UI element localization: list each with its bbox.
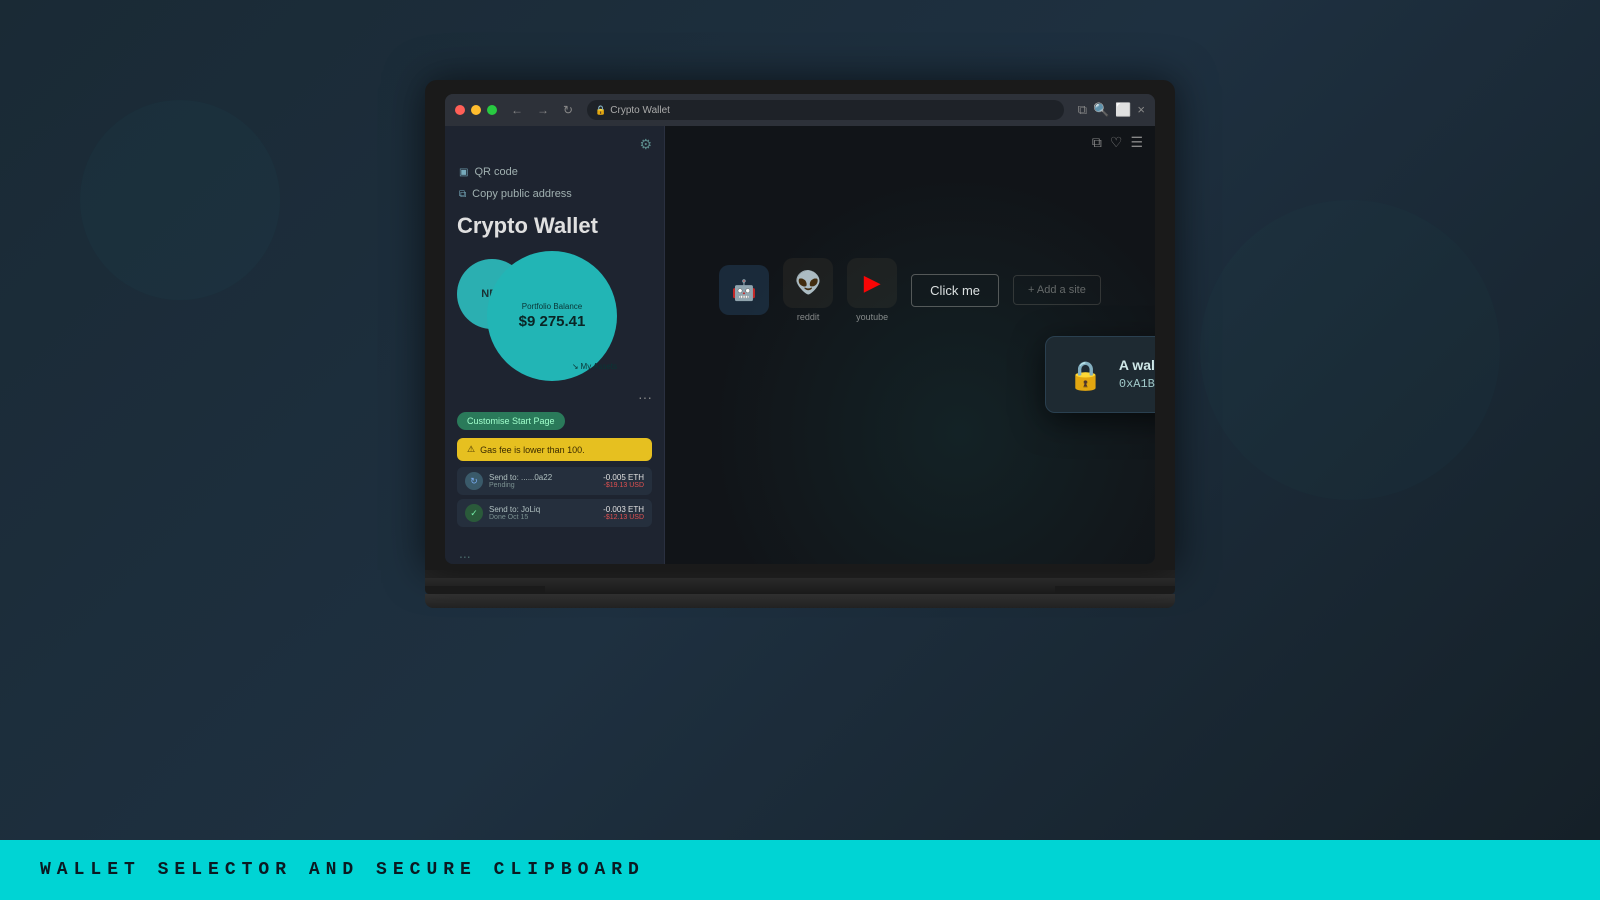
tx-usd-1: -$19.13 USD xyxy=(603,482,644,489)
gas-alert: ⚠ Gas fee is lower than 100. xyxy=(457,438,652,461)
lock-icon: 🔒 xyxy=(595,105,606,116)
my-assets-label: My Assets xyxy=(581,362,617,371)
transaction-item-2[interactable]: ✓ Send to: JoLiq Done Oct 15 -0.003 ETH … xyxy=(457,499,652,527)
browser-actions: ⧉ 🔍 ⬜ × xyxy=(1078,102,1145,118)
url-bar[interactable]: 🔒 Crypto Wallet xyxy=(587,100,1064,120)
qr-code-menu-item[interactable]: ▣ QR code xyxy=(445,161,664,183)
my-assets-link[interactable]: ↘ My Assets xyxy=(572,362,617,371)
click-me-button[interactable]: Click me xyxy=(911,274,999,307)
close-window-icon[interactable]: × xyxy=(1137,102,1145,118)
tx-usd-2: -$12.13 USD xyxy=(603,514,644,521)
tx-info-1: Send to: ......0a22 Pending xyxy=(489,473,597,489)
wallet-bubbles: NFT Portfolio Balance $9 275.41 ↘ My Ass… xyxy=(457,251,652,381)
tx-status-1: Pending xyxy=(489,482,597,489)
heart-icon[interactable]: ♡ xyxy=(1110,134,1123,151)
wallet-menu-top: ⚙ xyxy=(445,136,664,161)
youtube-label: youtube xyxy=(856,312,888,322)
avatar-icon-box: 🤖 xyxy=(719,265,769,315)
url-text: Crypto Wallet xyxy=(610,105,670,116)
notification-lock-icon: 🔒 xyxy=(1068,359,1103,392)
laptop-foot-right xyxy=(1055,586,1175,594)
avatar-icon: 🤖 xyxy=(732,278,757,303)
tx-eth-1: -0.005 ETH xyxy=(603,473,644,482)
close-button[interactable] xyxy=(455,105,465,115)
extensions-icon[interactable]: ⧉ xyxy=(1078,102,1087,118)
copy-icon: ⧉ xyxy=(459,189,466,200)
qr-code-label: QR code xyxy=(474,166,517,178)
shortcut-youtube[interactable]: ▶ youtube xyxy=(847,258,897,322)
maximize-button[interactable] xyxy=(487,105,497,115)
shortcut-avatar[interactable]: 🤖 xyxy=(719,265,769,315)
notification-text-block: A wallet number is copied and secured 0x… xyxy=(1119,357,1155,391)
wallet-main-content: Crypto Wallet NFT Portfolio Balance $9 2… xyxy=(445,205,664,539)
wallet-sidebar: ⚙ ▣ QR code ⧉ Copy public address xyxy=(445,126,665,564)
transaction-item-1[interactable]: ↻ Send to: ......0a22 Pending -0.005 ETH… xyxy=(457,467,652,495)
browser-window: ← → ↻ 🔒 Crypto Wallet ⧉ 🔍 ⬜ × xyxy=(445,94,1155,564)
laptop-bezel: ← → ↻ 🔒 Crypto Wallet ⧉ 🔍 ⬜ × xyxy=(425,80,1175,570)
pending-tx-icon: ↻ xyxy=(465,472,483,490)
youtube-icon: ▶ xyxy=(864,270,881,296)
copy-address-menu-item[interactable]: ⧉ Copy public address xyxy=(445,183,664,205)
done-tx-icon: ✓ xyxy=(465,504,483,522)
tx-info-2: Send to: JoLiq Done Oct 15 xyxy=(489,505,597,521)
arrow-icon: ↘ xyxy=(572,362,579,371)
youtube-icon-box: ▶ xyxy=(847,258,897,308)
browser-content: ⬡ ◎ ⊕ ⟳ ☰ ✦ ⚙ ⚙ xyxy=(445,126,1155,564)
bottom-banner-text: WALLET SELECTOR AND SECURE CLIPBOARD xyxy=(40,860,645,880)
wallet-left-section: ⬡ ◎ ⊕ ⟳ ☰ ✦ ⚙ ⚙ xyxy=(445,126,665,564)
wallet-title: Crypto Wallet xyxy=(457,213,652,239)
laptop-base xyxy=(425,594,1175,608)
shortcuts-row: 🤖 👽 reddit ▶ xyxy=(719,258,1101,322)
customize-start-page-button[interactable]: Customise Start Page xyxy=(457,412,565,430)
reddit-label: reddit xyxy=(797,312,820,322)
laptop-foot-left xyxy=(425,586,545,594)
bottom-more-button[interactable]: ... xyxy=(445,539,664,564)
copy-address-label: Copy public address xyxy=(472,188,572,200)
search-icon[interactable]: 🔍 xyxy=(1093,102,1109,118)
notification-title: A wallet number is copied and secured xyxy=(1119,357,1155,373)
laptop-bottom-bar xyxy=(425,578,1175,594)
laptop: ← → ↻ 🔒 Crypto Wallet ⧉ 🔍 ⬜ × xyxy=(425,80,1175,608)
more-options-button[interactable]: ··· xyxy=(457,389,652,405)
tx-amount-2: -0.003 ETH -$12.13 USD xyxy=(603,505,644,521)
portfolio-bubble[interactable]: Portfolio Balance $9 275.41 ↘ My Assets xyxy=(487,251,617,381)
notification-popup: 🔒 A wallet number is copied and secured … xyxy=(1045,336,1155,413)
tx-eth-2: -0.003 ETH xyxy=(603,505,644,514)
add-site-button[interactable]: + Add a site xyxy=(1013,275,1101,305)
tx-status-2: Done Oct 15 xyxy=(489,514,597,521)
settings-gear-icon[interactable]: ⚙ xyxy=(639,136,652,153)
tx-amount-1: -0.005 ETH -$19.13 USD xyxy=(603,473,644,489)
bottom-banner: WALLET SELECTOR AND SECURE CLIPBOARD xyxy=(0,840,1600,900)
laptop-hinge xyxy=(425,570,1175,578)
refresh-button[interactable]: ↻ xyxy=(563,103,573,117)
minimize-button[interactable] xyxy=(471,105,481,115)
gas-alert-text: Gas fee is lower than 100. xyxy=(480,445,585,455)
new-tab-topbar: ⧉ ♡ ☰ xyxy=(665,126,1155,158)
tabs-icon[interactable]: ⬜ xyxy=(1115,102,1131,118)
warning-icon: ⚠ xyxy=(467,444,475,455)
notification-address: 0xA1B2C3D4e5f6g7h8I9J10K11m12n13o14P15Q1… xyxy=(1119,377,1155,391)
copy-icon-newtab[interactable]: ⧉ xyxy=(1092,134,1102,151)
browser-chrome: ← → ↻ 🔒 Crypto Wallet ⧉ 🔍 ⬜ × xyxy=(445,94,1155,126)
forward-button[interactable]: → xyxy=(537,103,549,117)
portfolio-label: Portfolio Balance xyxy=(522,302,582,311)
back-button[interactable]: ← xyxy=(511,103,523,117)
tx-to-1: Send to: ......0a22 xyxy=(489,473,597,482)
tx-to-2: Send to: JoLiq xyxy=(489,505,597,514)
shortcut-reddit[interactable]: 👽 reddit xyxy=(783,258,833,322)
reddit-icon-box: 👽 xyxy=(783,258,833,308)
reddit-icon: 👽 xyxy=(794,270,821,296)
menu-icon[interactable]: ☰ xyxy=(1130,134,1143,151)
portfolio-value: $9 275.41 xyxy=(519,313,586,330)
new-tab-page: ⧉ ♡ ☰ 🤖 xyxy=(665,126,1155,564)
qr-icon: ▣ xyxy=(459,167,468,178)
